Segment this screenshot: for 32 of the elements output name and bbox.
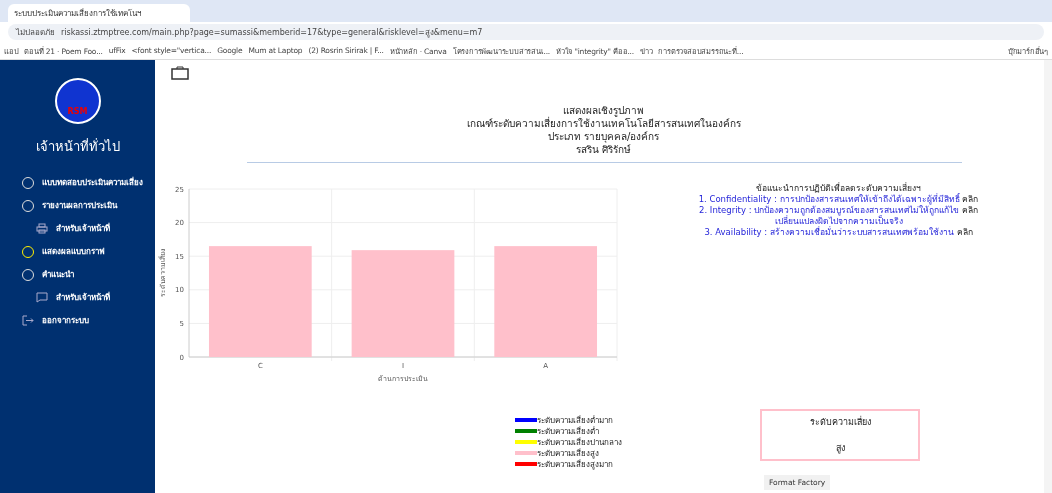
advice-text: 1. Confidentiality : การปกป้องสารสนเทศให้เข้าถึงได้เฉพาะผู้ที่มีสิทธิ์ คลิก (698, 194, 979, 205)
legend-label: ระดับความเสี่ยงต่ำ (537, 425, 599, 437)
advice-title: ข้อแนะนำการปฏิบัติเพื่อลดระดับความเสี่ยงฯ (756, 183, 921, 193)
browser-tab[interactable]: ระบบประเมินความเสี่ยงการใช้เทคโนฯ (8, 4, 190, 22)
header-text: แสดงผลเชิงรูปภาพ (563, 104, 644, 117)
legend-label: ระดับความเสี่ยงปานกลาง (537, 436, 622, 448)
address-bar[interactable]: ไม่ปลอดภัย riskassi.ztmptree.com/main.php?page=sumassi&memberid=17&type=general&risklevel=สูง&menu=m7 (8, 24, 1044, 40)
header-text: รสริน ศิริรักษ์ (575, 143, 632, 156)
sidebar-item[interactable]: แสดงผลแบบกราฟ (0, 240, 155, 263)
sidebar-item[interactable]: สำหรับเจ้าหน้าที่ (0, 217, 155, 240)
sidebar-item[interactable]: คำแนะนำ (0, 263, 155, 286)
sidebar-item[interactable]: ออกจากระบบ (0, 309, 155, 332)
legend-label: ระดับความเสี่ยงสูงมาก (537, 457, 613, 471)
legend-label: ระดับความเสี่ยงสูง (537, 447, 599, 459)
advice-text: 3. Availability : สร้างความเชื่อมั่นว่าระบบสารสนเทศพร้อมใช้งาน คลิก (704, 227, 973, 238)
click-link[interactable]: คลิก (961, 205, 978, 215)
risk-level-value: สูง (835, 442, 845, 455)
sidebar-item[interactable]: รายงานผลการประเมิน (0, 194, 155, 217)
header-text: เกณฑ์ระดับความเสี่ยงการใช้งานเทคโนโลยีสารสนเทศในองค์กร (466, 117, 741, 130)
logo: RSM (54, 78, 101, 124)
sidebar-title: เจ้าหน้าที่ทั่วไป (34, 137, 121, 156)
sidebar-item[interactable]: สำหรับเจ้าหน้าที่ (0, 286, 155, 309)
briefcase-icon[interactable] (171, 66, 189, 80)
click-link[interactable]: คลิก (956, 227, 973, 237)
header-text: ประเภท รายบุคคล/องค์กร (547, 130, 660, 143)
risk-level-title: ระดับความเสี่ยง (809, 415, 871, 429)
sidebar-item[interactable]: แบบทดสอบประเมินความเสี่ยง (0, 171, 155, 194)
advice-text: 2. Integrity : ปกป้องความถูกต้องสมบูรณ์ของสารสนเทศไม่ให้ถูกแก้ไข คลิก (699, 205, 978, 216)
legend-label: ระดับความเสี่ยงต่ำมาก (537, 414, 613, 426)
click-link[interactable]: คลิก (962, 194, 979, 204)
scrollbar[interactable] (1044, 60, 1052, 493)
advice-text: เปลี่ยนแปลงผิดไปจากความเป็นจริง (774, 216, 903, 226)
